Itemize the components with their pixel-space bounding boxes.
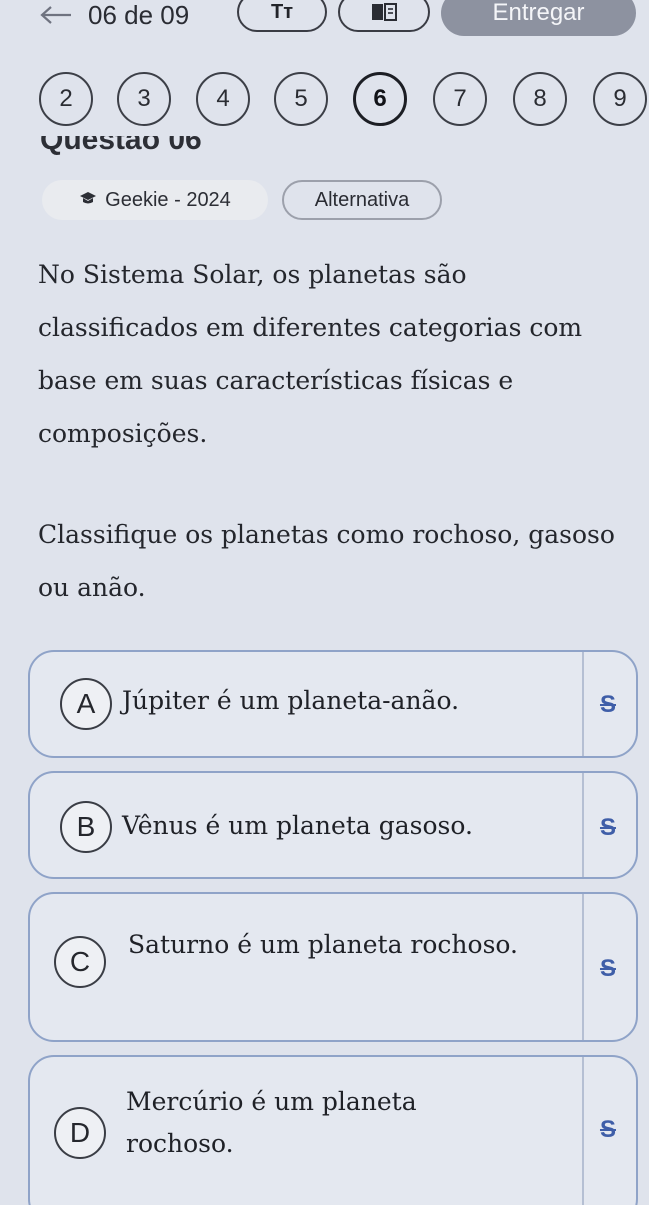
answer-option-d[interactable]: D Mercúrio é um planeta rochoso. S <box>28 1055 638 1205</box>
question-counter: 06 de 09 <box>88 0 190 30</box>
submit-button[interactable]: Entregar <box>441 0 636 36</box>
option-text: Júpiter é um planeta-anão. <box>122 686 460 715</box>
top-bar: 06 de 09 Tт Entregar <box>0 0 649 40</box>
strikethrough-icon[interactable]: S <box>594 690 622 720</box>
font-size-button[interactable]: Tт <box>237 0 327 32</box>
source-tag: Geekie - 2024 <box>42 180 268 220</box>
book-icon <box>371 3 397 21</box>
option-divider <box>582 1057 584 1205</box>
option-text: Saturno é um planeta rochoso. <box>128 930 518 959</box>
answer-option-c[interactable]: C Saturno é um planeta rochoso. S <box>28 892 638 1042</box>
statement-paragraph: No Sistema Solar, os planetas são classi… <box>38 260 583 448</box>
question-nav-item[interactable]: 4 <box>196 72 250 126</box>
question-nav-item[interactable]: 7 <box>433 72 487 126</box>
question-title-text: Questão 06 <box>40 136 202 156</box>
strikethrough-icon[interactable]: S <box>594 954 622 984</box>
option-letter: D <box>54 1107 106 1159</box>
option-text: Mercúrio é um planeta rochoso. <box>126 1087 417 1158</box>
question-title: Questão 06 <box>40 136 202 158</box>
question-type-label: Alternativa <box>314 188 410 211</box>
question-nav-item[interactable]: 8 <box>513 72 567 126</box>
strikethrough-icon[interactable]: S <box>594 1115 622 1145</box>
graduation-cap-icon <box>79 191 97 210</box>
answer-option-a[interactable]: A Júpiter é um planeta-anão. S <box>28 650 638 758</box>
back-arrow-icon[interactable] <box>36 0 76 30</box>
reading-mode-button[interactable] <box>338 0 430 32</box>
option-divider <box>582 652 584 756</box>
question-nav-item-current[interactable]: 6 <box>353 72 407 126</box>
option-divider <box>582 894 584 1040</box>
source-label: Geekie - 2024 <box>105 188 231 211</box>
question-nav-item[interactable]: 9 <box>593 72 647 126</box>
answer-option-b[interactable]: B Vênus é um planeta gasoso. S <box>28 771 638 879</box>
option-letter: A <box>60 678 112 730</box>
question-navigator: 2 3 4 5 6 7 8 9 <box>0 72 649 128</box>
font-size-icon: Tт <box>270 0 293 23</box>
question-statement: No Sistema Solar, os planetas são classi… <box>38 248 618 614</box>
question-nav-item[interactable]: 3 <box>117 72 171 126</box>
option-divider <box>582 773 584 877</box>
statement-paragraph: Classifique os planetas como rochoso, ga… <box>38 520 615 602</box>
option-letter: C <box>54 936 106 988</box>
question-nav-item[interactable]: 5 <box>274 72 328 126</box>
strikethrough-icon[interactable]: S <box>594 813 622 843</box>
question-type-tag: Alternativa <box>282 180 442 220</box>
question-nav-item[interactable]: 2 <box>39 72 93 126</box>
option-text: Vênus é um planeta gasoso. <box>122 811 473 840</box>
option-letter: B <box>60 801 112 853</box>
